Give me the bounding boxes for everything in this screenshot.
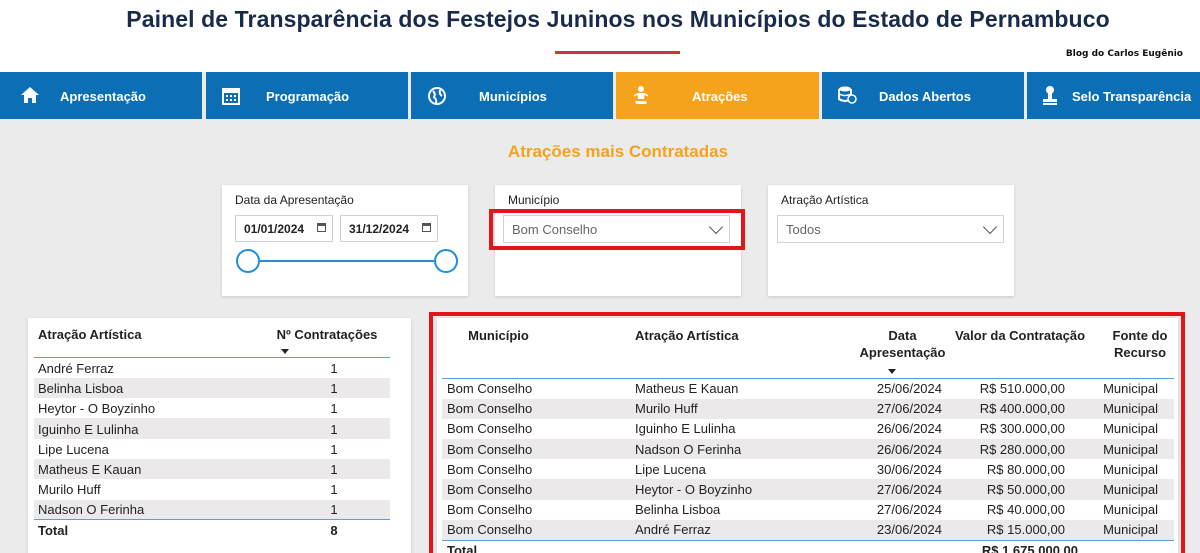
atracao-dropdown[interactable]: Todos: [777, 215, 1004, 243]
tab-label: Apresentação: [60, 89, 146, 104]
sort-desc-icon: [281, 349, 289, 354]
contracts-summary-table: Atração Artística Nº Contratações André …: [34, 322, 390, 541]
total-row: Total 8: [34, 519, 390, 541]
page-title: Painel de Transparência dos Festejos Jun…: [126, 6, 1110, 32]
main-nav: Apresentação Programação Municípios Atra…: [0, 72, 1200, 119]
calendar-icon: [220, 85, 242, 107]
atracao-dropdown-value: Todos: [786, 221, 821, 237]
date-range-start-handle[interactable]: [236, 249, 260, 273]
title-underline: [555, 51, 680, 54]
table-row: Murilo Huff 1: [38, 482, 338, 498]
performer-icon: [630, 84, 652, 106]
date-range-end-handle[interactable]: [434, 249, 458, 273]
tab-programacao[interactable]: Programação: [206, 72, 408, 119]
table-row: Lipe Lucena 1: [38, 441, 338, 457]
column-header[interactable]: Nº Contratações: [264, 322, 390, 358]
tab-municipios[interactable]: Municípios: [411, 72, 613, 119]
calendar-icon[interactable]: [422, 223, 431, 232]
table-row: Belinha Lisboa 1: [34, 377, 390, 399]
tab-label: Atrações: [692, 89, 748, 104]
home-icon: [19, 84, 41, 106]
table-row: Nadson O Ferinha 1: [34, 499, 390, 520]
date-range-slider-track[interactable]: [248, 260, 446, 262]
tab-label: Selo Transparência: [1072, 89, 1192, 104]
tab-apresentacao[interactable]: Apresentação: [0, 72, 202, 119]
start-date-value: 01/01/2024: [244, 221, 305, 236]
highlight-box-detail-table: [429, 312, 1185, 553]
highlight-box-municipio: [489, 209, 745, 250]
blog-credit: Blog do Carlos Eugênio: [1065, 49, 1183, 59]
atracao-filter-label: Atração Artística: [781, 193, 869, 207]
end-date-input[interactable]: 31/12/2024: [340, 215, 438, 242]
tab-label: Municípios: [479, 89, 547, 104]
municipio-filter-label: Município: [508, 193, 560, 207]
table-row: André Ferraz 1: [38, 360, 338, 376]
database-icon: [836, 84, 858, 106]
chevron-down-icon: [982, 219, 998, 235]
tab-selo-transparencia[interactable]: Selo Transparência: [1027, 72, 1200, 119]
calendar-icon[interactable]: [317, 223, 326, 232]
column-header[interactable]: Atração Artística: [34, 322, 264, 358]
page-header: Painel de Transparência dos Festejos Jun…: [0, 0, 1200, 72]
end-date-value: 31/12/2024: [349, 221, 410, 236]
table-row: Heytor - O Boyzinho 1: [38, 401, 338, 417]
tab-label: Programação: [266, 89, 350, 104]
table-row: Iguinho E Lulinha 1: [34, 418, 390, 439]
tab-atracoes[interactable]: Atrações: [616, 72, 819, 119]
table-row: Matheus E Kauan 1: [34, 458, 390, 480]
start-date-input[interactable]: 01/01/2024: [235, 215, 333, 242]
column-header-label: Nº Contratações: [276, 327, 378, 342]
date-filter-label: Data da Apresentação: [235, 193, 354, 207]
tab-label: Dados Abertos: [879, 89, 971, 104]
section-title: Atrações mais Contratadas: [507, 142, 729, 161]
globe-icon: [426, 85, 448, 107]
tab-dados-abertos[interactable]: Dados Abertos: [822, 72, 1024, 119]
stamp-icon: [1039, 84, 1061, 106]
